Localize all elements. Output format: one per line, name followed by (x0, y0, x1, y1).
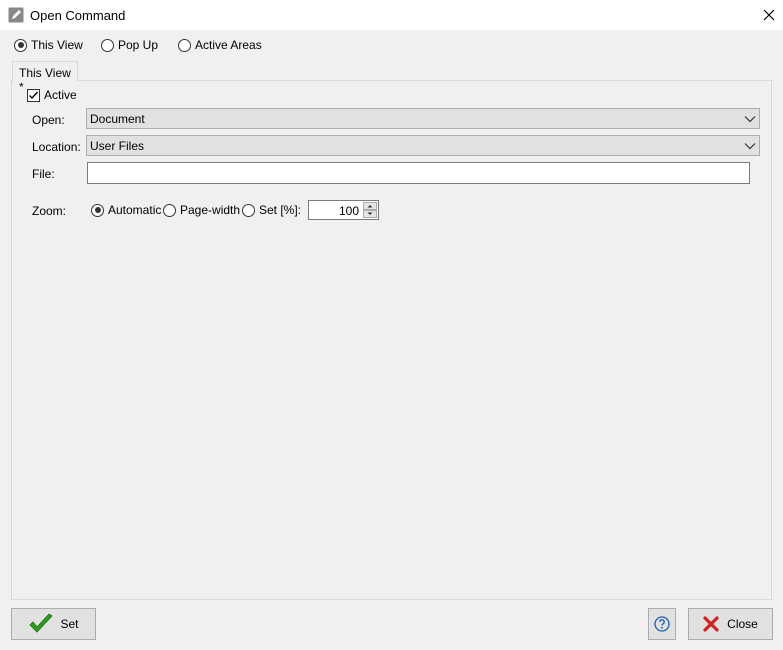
radio-circle (242, 203, 255, 217)
title-bar: Open Command (0, 0, 783, 30)
radio-zoom-automatic[interactable]: Automatic (91, 202, 161, 218)
close-icon[interactable] (758, 5, 780, 25)
spin-arrows-icon[interactable] (363, 202, 377, 218)
radio-pop-up[interactable]: Pop Up (101, 37, 158, 53)
zoom-spinbox[interactable]: 100 (308, 200, 379, 220)
close-label: Close (727, 617, 758, 631)
help-button[interactable] (648, 608, 676, 640)
location-label: Location: (32, 140, 81, 154)
active-checkbox[interactable]: Active (27, 88, 77, 102)
location-select[interactable]: User Files (86, 135, 760, 156)
radio-circle (14, 38, 27, 52)
radio-circle (163, 203, 176, 217)
set-label: Set (60, 617, 79, 631)
chevron-down-icon (744, 143, 756, 150)
radio-label: Automatic (108, 203, 162, 217)
close-button[interactable]: Close (688, 608, 773, 640)
radio-label: Active Areas (195, 38, 262, 52)
chevron-down-icon (744, 116, 756, 123)
set-button[interactable]: Set (11, 608, 96, 640)
file-input[interactable] (87, 162, 750, 184)
radio-label: This View (31, 38, 83, 52)
radio-circle (91, 203, 104, 217)
checkmark-icon (29, 91, 38, 99)
zoom-value: 100 (338, 204, 359, 218)
tab-panel (11, 80, 772, 600)
active-label: Active (44, 88, 77, 102)
radio-label: Pop Up (118, 38, 159, 52)
location-value: User Files (90, 139, 145, 153)
radio-zoom-set[interactable]: Set [%]: (242, 202, 301, 218)
radio-this-view[interactable]: This View (14, 37, 83, 53)
zoom-label: Zoom: (32, 204, 67, 218)
checkbox-box (27, 88, 40, 102)
radio-zoom-page-width[interactable]: Page-width (163, 202, 240, 218)
tab-this-view[interactable]: This View * (12, 61, 78, 94)
radio-active-areas[interactable]: Active Areas (178, 37, 262, 53)
help-icon (654, 616, 670, 632)
checkmark-icon (29, 613, 54, 633)
pencil-icon (8, 7, 24, 23)
open-select[interactable]: Document (86, 108, 760, 129)
radio-circle (178, 38, 191, 52)
radio-circle (101, 38, 114, 52)
window-title: Open Command (30, 8, 126, 23)
open-label: Open: (32, 113, 65, 127)
file-label: File: (32, 167, 55, 181)
open-value: Document (90, 112, 145, 126)
radio-label: Set [%]: (259, 203, 302, 217)
red-x-icon (703, 616, 719, 632)
radio-label: Page-width (180, 203, 241, 217)
